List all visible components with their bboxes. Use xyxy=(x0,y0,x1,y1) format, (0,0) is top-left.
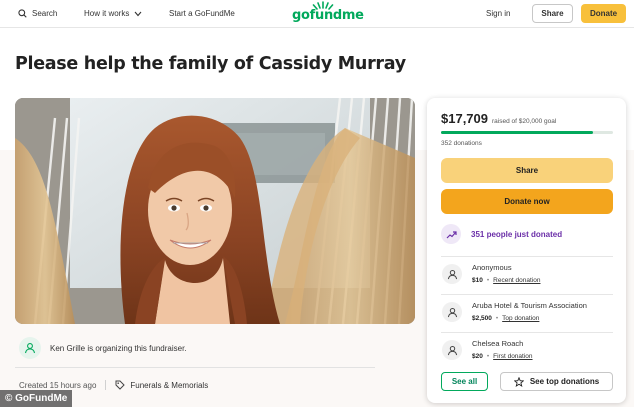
campaign-photo-image xyxy=(15,98,415,324)
start-gofundme-label: Start a GoFundMe xyxy=(169,9,235,18)
donor-tag[interactable]: First donation xyxy=(493,353,532,360)
share-button-top[interactable]: Share xyxy=(532,4,573,23)
person-icon xyxy=(447,345,457,355)
start-gofundme-link[interactable]: Start a GoFundMe xyxy=(169,0,235,27)
raised-summary: $17,709 raised of $20,000 goal xyxy=(441,111,556,126)
donor-amount: $2,500 xyxy=(472,315,492,322)
raised-amount: $17,709 xyxy=(441,111,488,126)
donor-name: Aruba Hotel & Tourism Association xyxy=(472,301,587,310)
see-all-button[interactable]: See all xyxy=(441,372,488,391)
person-icon xyxy=(447,307,457,317)
person-icon xyxy=(24,343,36,354)
donor-divider xyxy=(441,256,613,257)
how-it-works-label: How it works xyxy=(84,9,130,18)
person-icon xyxy=(447,269,457,279)
donate-button-top[interactable]: Donate xyxy=(581,4,626,23)
top-nav: Search How it works Start a GoFundMe gof… xyxy=(0,0,634,28)
donor-divider xyxy=(441,294,613,295)
how-it-works-menu[interactable]: How it works xyxy=(84,0,142,27)
star-icon xyxy=(513,376,524,387)
trend-text: 351 people just donated xyxy=(471,229,563,239)
donor-dot: • xyxy=(495,315,499,322)
share-button[interactable]: Share xyxy=(441,158,613,183)
goal-text: raised of $20,000 goal xyxy=(492,118,557,125)
search-icon xyxy=(18,9,27,18)
chevron-down-icon xyxy=(134,11,142,16)
sign-in-link[interactable]: Sign in xyxy=(486,0,510,27)
donor-tag[interactable]: Recent donation xyxy=(493,277,540,284)
donations-count: 352 donations xyxy=(441,140,482,147)
tag-icon xyxy=(115,380,126,390)
campaign-meta: Created 15 hours ago Funerals & Memorial… xyxy=(19,380,208,390)
donor-amount: $20 xyxy=(472,353,483,360)
donor-dot: • xyxy=(486,277,490,284)
trend-icon-wrap xyxy=(441,224,461,244)
recent-donations-trend: 351 people just donated xyxy=(441,224,562,244)
gofundme-logo[interactable]: gofundme xyxy=(292,1,364,26)
campaign-title: Please help the family of Cassidy Murray xyxy=(15,54,406,74)
donation-card: $17,709 raised of $20,000 goal 352 donat… xyxy=(427,98,626,403)
organizer-text: Ken Grille is organizing this fundraiser… xyxy=(50,343,187,353)
donor-avatar xyxy=(442,302,462,322)
donor-avatar xyxy=(442,340,462,360)
donor-name: Chelsea Roach xyxy=(472,339,524,348)
trend-up-icon xyxy=(446,230,457,238)
donor-item: Anonymous $10 • Recent donation xyxy=(441,256,613,292)
organizer-row: Ken Grille is organizing this fundraiser… xyxy=(19,337,187,359)
donor-details: $20 • First donation xyxy=(472,353,533,360)
donate-now-button[interactable]: Donate now xyxy=(441,189,613,214)
organizer-avatar xyxy=(19,337,41,359)
logo-text: gofundme xyxy=(292,8,364,23)
divider xyxy=(15,367,375,368)
see-top-donations-button[interactable]: See top donations xyxy=(500,372,613,391)
donor-avatar xyxy=(442,264,462,284)
donor-item: Aruba Hotel & Tourism Association $2,500… xyxy=(441,294,613,330)
donor-details: $2,500 • Top donation xyxy=(472,315,539,322)
search-label: Search xyxy=(32,9,58,18)
created-text: Created 15 hours ago xyxy=(19,380,97,390)
meta-separator xyxy=(105,380,107,390)
donor-tag[interactable]: Top donation xyxy=(502,315,539,322)
progress-fill xyxy=(441,131,594,134)
campaign-photo[interactable] xyxy=(15,98,415,324)
donor-name: Anonymous xyxy=(472,263,512,272)
sign-in-label: Sign in xyxy=(486,9,511,18)
donor-divider xyxy=(441,332,613,333)
progress-bar xyxy=(441,131,613,134)
donor-dot: • xyxy=(486,353,490,360)
category-link[interactable]: Funerals & Memorials xyxy=(130,381,208,390)
watermark: © GoFundMe xyxy=(0,390,73,407)
search-link[interactable]: Search xyxy=(18,0,57,27)
donor-item: Chelsea Roach $20 • First donation xyxy=(441,332,613,368)
donor-amount: $10 xyxy=(472,277,483,284)
donor-details: $10 • Recent donation xyxy=(472,277,540,284)
see-top-donations-label: See top donations xyxy=(529,377,600,386)
sun-icon xyxy=(312,1,334,10)
